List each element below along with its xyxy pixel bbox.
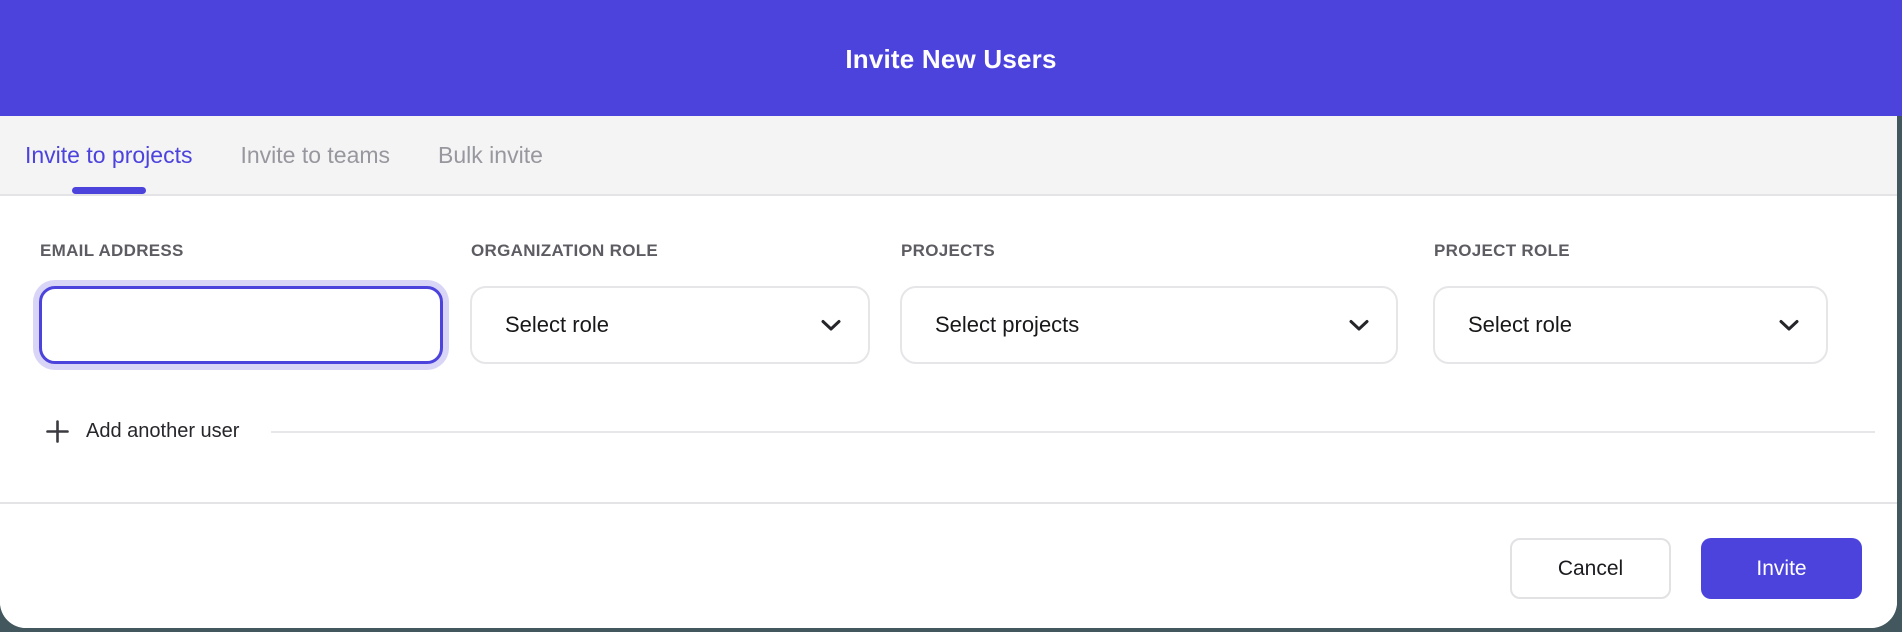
add-another-user-row: Add another user [46, 420, 1875, 443]
projects-label: PROJECTS [901, 241, 1398, 261]
projects-selected-value: Select projects [935, 312, 1079, 338]
chevron-down-icon [820, 318, 842, 332]
dialog-content: EMAIL ADDRESS ORGANIZATION ROLE Select r… [0, 196, 1897, 628]
dialog-footer: Cancel Invite [0, 502, 1897, 628]
project-role-field-group: PROJECT ROLE Select role [1433, 241, 1828, 364]
project-role-selected-value: Select role [1468, 312, 1572, 338]
page-background: { "colors": { "accent": "#4c43dd", "page… [0, 0, 1902, 632]
tab-label: Invite to projects [25, 142, 192, 169]
tab-label: Invite to teams [240, 142, 390, 169]
email-field-group: EMAIL ADDRESS [39, 241, 443, 364]
organization-role-select[interactable]: Select role [470, 286, 870, 364]
tab-label: Bulk invite [438, 142, 543, 169]
add-another-user-label: Add another user [86, 420, 239, 443]
tab-invite-to-teams[interactable]: Invite to teams [240, 116, 390, 194]
chevron-down-icon [1778, 318, 1800, 332]
organization-role-selected-value: Select role [505, 312, 609, 338]
invite-dialog: Invite to projects Invite to teams Bulk … [0, 116, 1897, 628]
dialog-title: Invite New Users [845, 42, 1056, 75]
dialog-header: Invite New Users [0, 0, 1902, 116]
tab-bar: Invite to projects Invite to teams Bulk … [0, 116, 1897, 196]
invite-button[interactable]: Invite [1701, 538, 1862, 599]
email-input[interactable] [39, 286, 443, 364]
organization-role-label: ORGANIZATION ROLE [471, 241, 870, 261]
project-role-label: PROJECT ROLE [1434, 241, 1828, 261]
project-role-select[interactable]: Select role [1433, 286, 1828, 364]
organization-role-field-group: ORGANIZATION ROLE Select role [470, 241, 870, 364]
add-another-user-button[interactable]: Add another user [46, 420, 239, 443]
projects-select[interactable]: Select projects [900, 286, 1398, 364]
plus-icon [46, 420, 69, 443]
projects-field-group: PROJECTS Select projects [900, 241, 1398, 364]
tab-invite-to-projects[interactable]: Invite to projects [25, 116, 192, 194]
horizontal-divider [271, 431, 1875, 433]
active-tab-underline [72, 187, 146, 194]
cancel-button[interactable]: Cancel [1510, 538, 1671, 599]
email-address-label: EMAIL ADDRESS [40, 241, 443, 261]
chevron-down-icon [1348, 318, 1370, 332]
tab-bulk-invite[interactable]: Bulk invite [438, 116, 543, 194]
